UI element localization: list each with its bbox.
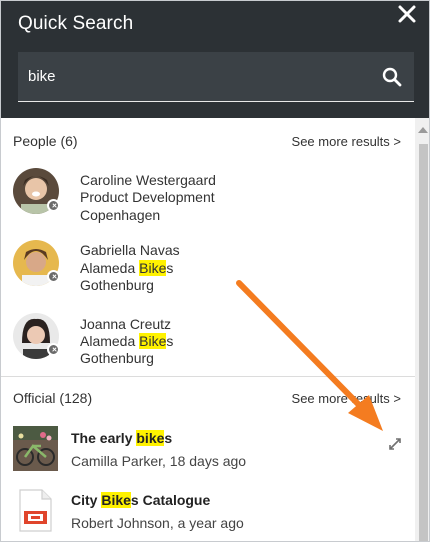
section-divider <box>1 376 415 377</box>
official-section-label: Official (128) <box>13 390 93 406</box>
search-box <box>18 52 414 102</box>
person-name: Joanna Creutz <box>80 316 172 332</box>
search-icon[interactable] <box>382 67 402 87</box>
result-title: The early bikes <box>71 430 173 446</box>
result-thumbnail <box>13 426 58 471</box>
status-badge <box>47 199 60 212</box>
person-item[interactable]: Caroline Westergaard Product Development… <box>1 164 415 234</box>
person-city: Gothenburg <box>80 350 154 366</box>
person-name: Caroline Westergaard <box>80 172 216 188</box>
result-subtitle: Robert Johnson, a year ago <box>71 515 244 531</box>
close-icon[interactable] <box>396 3 418 25</box>
document-icon <box>13 488 58 533</box>
person-item[interactable]: Joanna Creutz Alameda Bikes Gothenburg <box>1 306 415 376</box>
status-badge <box>47 270 60 283</box>
result-subtitle: Camilla Parker, 18 days ago <box>71 453 247 469</box>
panel-title: Quick Search <box>18 13 134 34</box>
results-list: People (6) See more results > Caroline W… <box>1 118 415 541</box>
result-title: City Bikes Catalogue <box>71 492 211 508</box>
person-city: Copenhagen <box>80 207 161 223</box>
official-section-header: Official (128) See more results > <box>1 382 415 412</box>
expand-icon[interactable] <box>388 437 402 451</box>
person-department: Alameda Bikes <box>80 333 174 349</box>
status-badge <box>47 343 60 356</box>
people-section-header: People (6) See more results > <box>1 125 415 155</box>
scrollbar-thumb[interactable] <box>419 144 428 541</box>
official-see-more-link[interactable]: See more results > <box>292 391 401 406</box>
search-input[interactable] <box>18 52 358 101</box>
people-section-label: People (6) <box>13 133 78 149</box>
person-name: Gabriella Navas <box>80 242 180 258</box>
person-city: Gothenburg <box>80 277 154 293</box>
official-result-item[interactable]: City Bikes Catalogue Robert Johnson, a y… <box>1 480 415 541</box>
quick-search-header: Quick Search <box>1 1 429 118</box>
scroll-up-arrow-icon[interactable] <box>418 127 428 133</box>
quick-search-panel: Quick Search People (6) See more results… <box>0 0 430 542</box>
person-department: Alameda Bikes <box>80 260 174 276</box>
person-department: Product Development <box>80 189 215 205</box>
person-item[interactable]: Gabriella Navas Alameda Bikes Gothenburg <box>1 235 415 305</box>
people-see-more-link[interactable]: See more results > <box>292 134 401 149</box>
official-result-item[interactable]: The early bikes Camilla Parker, 18 days … <box>1 418 415 480</box>
